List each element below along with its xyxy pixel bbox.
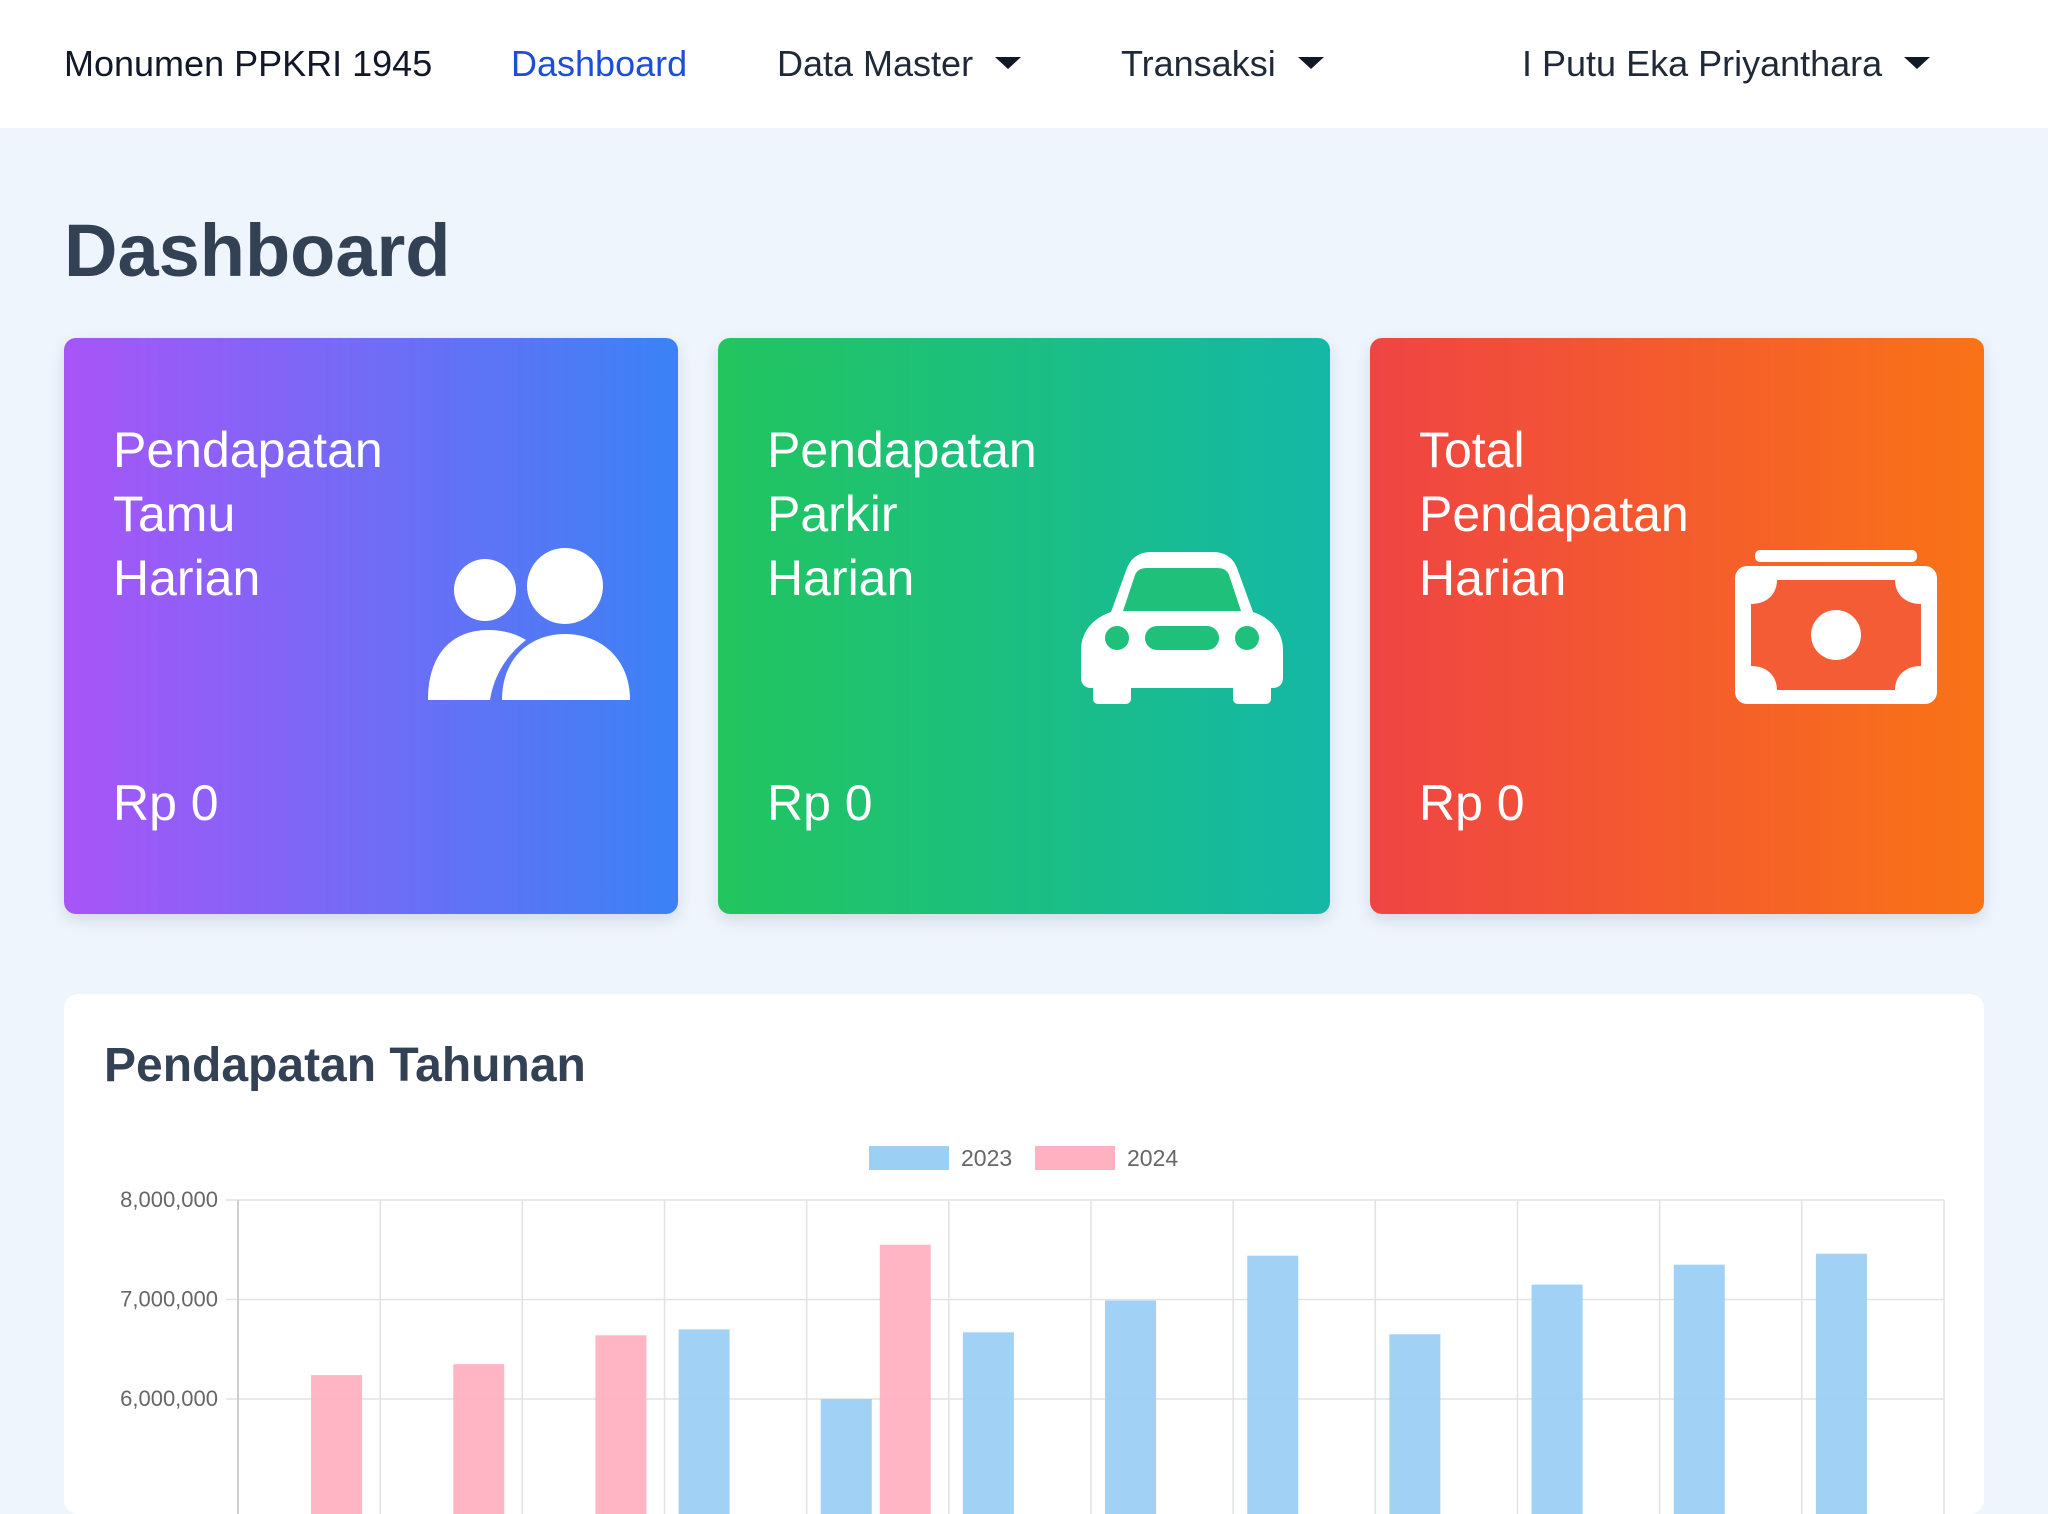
legend-swatch-2024	[1035, 1146, 1115, 1170]
y-tick-label: 6,000,000	[120, 1386, 218, 1411]
nav-data-master-dropdown[interactable]: Data Master	[777, 0, 1022, 128]
card-title-line: Pendapatan	[1419, 486, 1689, 542]
card-title-line: Harian	[113, 550, 261, 606]
card-title-line: Parkir	[767, 486, 898, 542]
card-pendapatan-parkir: Pendapatan Parkir Harian Rp 0	[718, 338, 1330, 914]
bar-2023	[1389, 1334, 1441, 1514]
bar-2023	[820, 1399, 872, 1514]
car-icon	[1081, 552, 1283, 704]
card-amount: Rp 0	[1419, 775, 1525, 831]
card-total-pendapatan: Total Pendapatan Harian Rp 0	[1370, 338, 1984, 914]
card-pendapatan-tamu: Pendapatan Tamu Harian Rp 0	[64, 338, 678, 914]
bar-2024	[311, 1375, 363, 1514]
bar-chart: 8,000,000 7,000,000 6,000,000 2023 2024	[120, 1145, 1945, 1514]
bar-2024	[595, 1335, 647, 1514]
card-title: Total Pendapatan Harian	[1419, 418, 1719, 610]
bar-2023	[1815, 1253, 1867, 1514]
brand-link[interactable]: Monumen PPKRI 1945	[64, 0, 432, 128]
legend-swatch-2023	[869, 1146, 949, 1170]
bar-2023	[1105, 1300, 1157, 1514]
chart-panel: Pendapatan Tahunan 8,000,000 7,000,000 6,0…	[64, 994, 1984, 1514]
card-title-line: Pendapatan	[113, 422, 383, 478]
nav-data-master-label: Data Master	[777, 43, 974, 84]
legend-label: 2024	[1127, 1145, 1178, 1171]
page-title: Dashboard	[64, 209, 451, 292]
caret-down-icon	[1904, 57, 1931, 70]
y-tick-label: 8,000,000	[120, 1187, 218, 1212]
bar-2023	[678, 1329, 730, 1514]
legend-label: 2023	[961, 1145, 1012, 1171]
nav-transaksi-dropdown[interactable]: Transaksi	[1121, 0, 1324, 128]
y-tick-label: 7,000,000	[120, 1287, 218, 1312]
card-title-line: Tamu	[113, 486, 236, 542]
caret-down-icon	[995, 57, 1022, 70]
nav-dashboard-link[interactable]: Dashboard	[511, 0, 687, 128]
bar-2024	[453, 1364, 505, 1514]
bar-2023	[962, 1332, 1014, 1514]
user-menu-dropdown[interactable]: I Putu Eka Priyanthara	[1522, 0, 1931, 128]
card-title-line: Harian	[1419, 550, 1567, 606]
card-title: Pendapatan Parkir Harian	[767, 418, 1067, 610]
users-icon	[428, 548, 630, 700]
nav-transaksi-label: Transaksi	[1121, 43, 1276, 84]
card-title: Pendapatan Tamu Harian	[113, 418, 413, 610]
money-bill-icon	[1735, 550, 1937, 704]
bar-2024	[879, 1244, 931, 1514]
caret-down-icon	[1297, 57, 1324, 70]
bar-2023	[1673, 1264, 1725, 1514]
card-amount: Rp 0	[767, 775, 873, 831]
top-navbar: Monumen PPKRI 1945 Dashboard Data Master…	[0, 0, 2048, 128]
card-amount: Rp 0	[113, 775, 219, 831]
card-title-line: Harian	[767, 550, 915, 606]
card-title-line: Pendapatan	[767, 422, 1037, 478]
bar-2023	[1247, 1255, 1299, 1514]
card-title-line: Total	[1419, 422, 1525, 478]
bar-2023	[1531, 1284, 1583, 1514]
user-name: I Putu Eka Priyanthara	[1522, 43, 1883, 84]
